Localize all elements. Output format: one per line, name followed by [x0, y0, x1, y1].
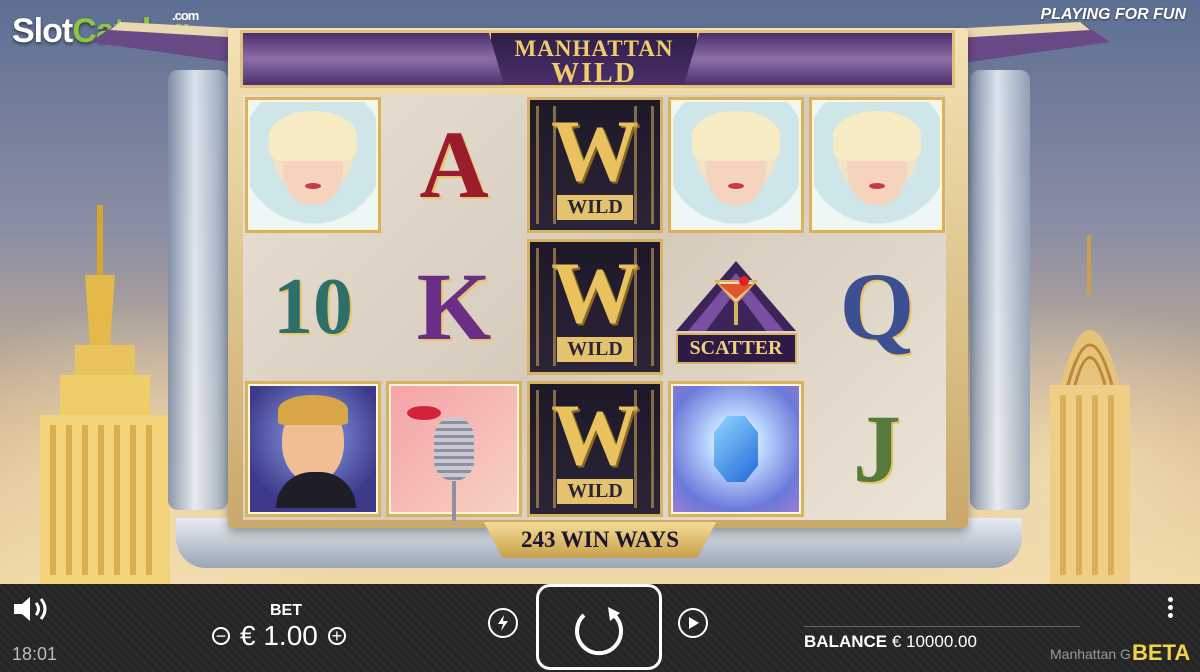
spin-icon	[575, 607, 623, 656]
logo-slot-text: Slot	[12, 12, 73, 50]
game-title-line1: MANHATTAN	[514, 36, 674, 61]
symbol-wild: W WILD	[527, 239, 663, 375]
plus-icon[interactable]: +	[327, 627, 346, 645]
scatter-label: SCATTER	[675, 332, 797, 364]
symbol-microphone	[386, 381, 522, 521]
autoplay-icon[interactable]	[678, 608, 708, 638]
game-title-line2: WILD	[551, 58, 637, 89]
symbol-man	[245, 381, 381, 517]
cocktail-icon	[676, 260, 796, 331]
symbol-q: Q	[839, 253, 915, 360]
symbol-scatter: SCATTER	[661, 239, 811, 375]
left-statue-pillar	[168, 70, 228, 510]
menu-icon[interactable]	[1168, 594, 1173, 621]
minus-icon[interactable]: −	[212, 627, 230, 645]
symbol-k: K	[416, 253, 492, 360]
spin-button[interactable]	[536, 584, 662, 670]
symbol-lady	[809, 97, 945, 233]
bet-value: € 1.00	[240, 620, 318, 651]
symbol-ten: 10	[273, 263, 353, 351]
beta-badge: BETA	[1132, 640, 1191, 665]
right-statue-pillar	[970, 70, 1030, 510]
symbol-lady	[245, 97, 381, 233]
game-title: MANHATTAN WILD	[488, 30, 700, 88]
wild-label: WILD	[557, 479, 633, 505]
bet-label: BET	[270, 602, 302, 619]
win-ways-banner: 243 WIN WAYS	[484, 522, 716, 558]
symbol-wild: W WILD	[527, 97, 663, 233]
reel-grid[interactable]: 10 A K W WILD W WILD W WILD SCATTER Q J	[243, 95, 946, 521]
clock: 18:01	[12, 644, 58, 664]
balance-divider	[804, 626, 1080, 627]
empire-building	[40, 205, 170, 585]
chrysler-building	[1050, 235, 1130, 585]
symbol-wild: W WILD	[527, 381, 663, 517]
game-scene: SlotCatalog .com PLAYING FOR FUN MANHATT…	[0, 0, 1200, 585]
control-bar: 18:01 BET − € 1.00 + BALANCE € 10000.00 …	[0, 584, 1200, 672]
bet-stepper: − € 1.00 +	[212, 620, 346, 652]
logo-com-text: .com	[172, 8, 199, 23]
balance-value: € 10000.00	[891, 632, 977, 651]
turbo-icon[interactable]	[488, 608, 518, 638]
game-name: Manhattan G	[1050, 646, 1131, 662]
speaker-icon[interactable]	[12, 594, 52, 624]
balance-display: BALANCE € 10000.00	[804, 632, 977, 652]
symbol-gem	[668, 381, 804, 517]
symbol-j: J	[853, 395, 901, 502]
symbol-lady	[668, 97, 804, 233]
symbol-a: A	[419, 111, 489, 218]
wild-label: WILD	[557, 195, 633, 221]
balance-label: BALANCE	[804, 632, 888, 651]
wild-label: WILD	[557, 337, 633, 363]
